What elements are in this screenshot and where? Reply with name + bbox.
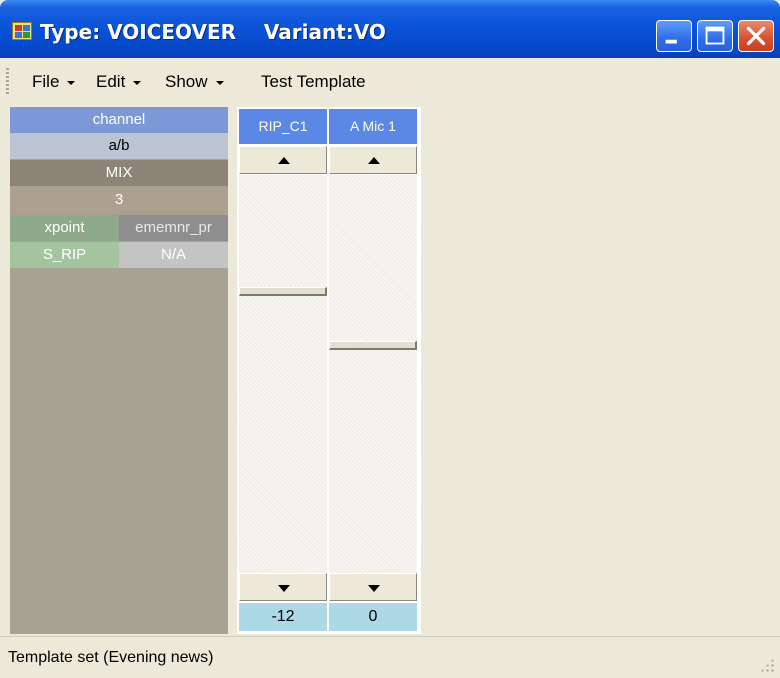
minimize-button[interactable] [656,20,692,52]
channel-grid: RIP_C1 -12 A Mic 1 0 [237,107,421,634]
fader-handle[interactable] [239,287,327,297]
status-bar: Template set (Evening news) [0,636,780,678]
status-text: Template set (Evening news) [8,649,214,666]
menu-bar: File Edit Show Test Template [0,62,780,100]
channel-header[interactable]: A Mic 1 [329,109,417,144]
toolbar-grip[interactable] [6,68,9,94]
menu-show-label: Show [165,72,208,91]
xpoint-row: xpoint ememnr_pr [10,215,228,241]
dropdown-arrow-icon [215,80,224,85]
menu-show[interactable]: Show [165,72,224,92]
channel-strip: A Mic 1 0 [327,107,417,634]
menu-file[interactable]: File [32,72,76,92]
level-value: 0 [329,603,417,631]
maximize-icon [705,26,725,45]
s-rip-label: S_RIP [10,242,119,268]
arrow-down-icon [278,585,290,592]
mix-label: MIX [10,160,228,186]
title-bar[interactable]: Type: VOICEOVER Variant:VO [0,0,780,58]
na-label: N/A [119,242,228,268]
minimize-icon [665,39,677,44]
fader-track[interactable] [239,175,327,599]
dropdown-arrow-icon [133,80,142,85]
menu-file-label: File [32,72,60,91]
number-label: 3 [10,187,228,213]
level-up-button[interactable] [329,146,417,174]
level-value: -12 [239,603,327,631]
resize-grip-icon[interactable] [760,658,774,672]
close-button[interactable] [738,20,774,52]
channel-header[interactable]: RIP_C1 [239,109,327,144]
window-title: Type: VOICEOVER Variant:VO [40,20,386,44]
channel-label: channel [10,107,228,133]
level-down-button[interactable] [239,573,327,601]
xpoint-label: xpoint [10,215,119,241]
fader-track[interactable] [329,175,417,599]
arrow-up-icon [368,157,380,164]
main-window: Type: VOICEOVER Variant:VO File Edit Sho… [0,0,780,678]
channel-info-panel: channel a/b MIX 3 xpoint ememnr_pr S_RIP… [10,107,228,634]
srip-row: S_RIP N/A [10,242,228,268]
close-icon [746,26,766,46]
ab-label: a/b [10,133,228,159]
level-up-button[interactable] [239,146,327,174]
ememnr-label: ememnr_pr [119,215,228,241]
level-down-button[interactable] [329,573,417,601]
arrow-up-icon [278,157,290,164]
menu-edit[interactable]: Edit [96,72,142,92]
channel-strip: RIP_C1 -12 [237,107,327,634]
app-icon[interactable] [12,22,32,40]
dropdown-arrow-icon [67,80,76,85]
maximize-button[interactable] [697,20,733,52]
fader-handle[interactable] [329,341,417,350]
menu-edit-label: Edit [96,72,126,91]
menu-test-template-label: Test Template [261,72,366,91]
arrow-down-icon [368,585,380,592]
menu-test-template[interactable]: Test Template [261,72,366,92]
